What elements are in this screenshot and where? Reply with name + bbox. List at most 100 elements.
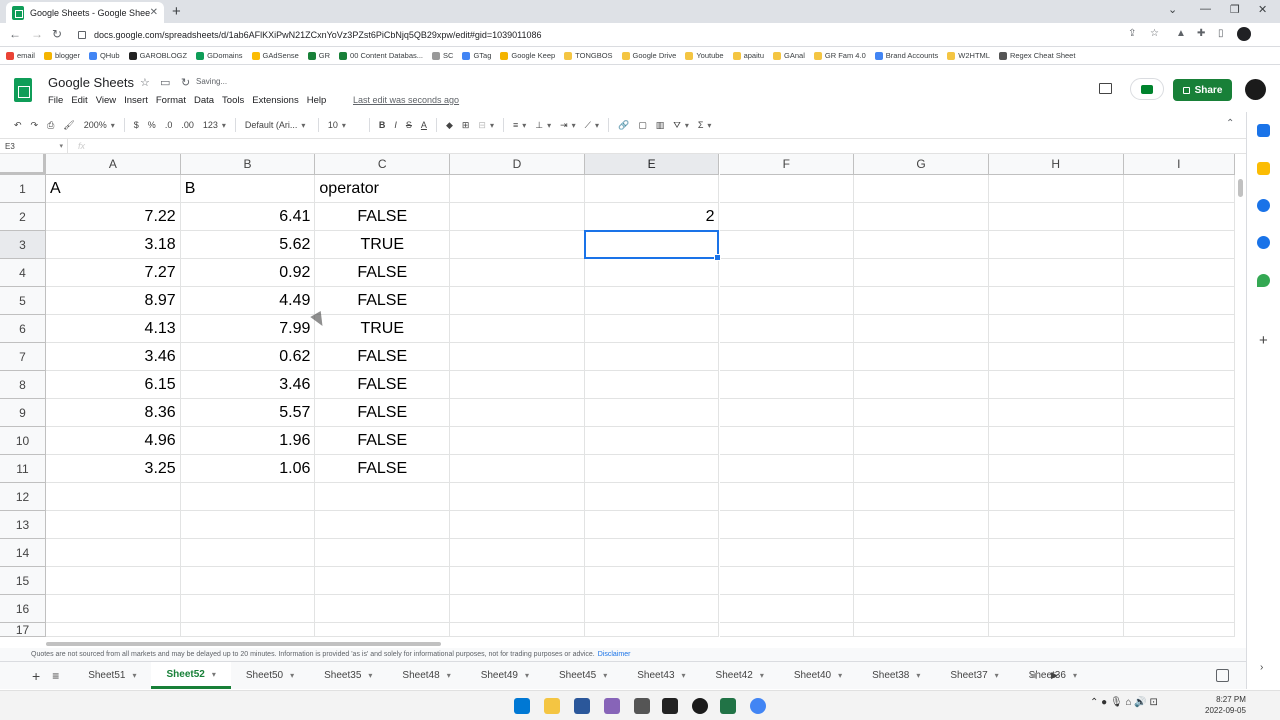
merge-cells-icon[interactable]: ⊟ — [478, 120, 494, 131]
redo-icon[interactable]: ↷ — [31, 120, 39, 131]
cell-g16[interactable] — [854, 595, 989, 623]
cell-a9[interactable]: 8.36 — [46, 399, 181, 427]
cell-i3[interactable] — [1123, 231, 1235, 259]
tasks-icon[interactable] — [1257, 199, 1270, 212]
decrease-decimal-button[interactable]: .0 — [165, 120, 173, 130]
cell-e1[interactable] — [584, 175, 720, 203]
sheet-tab-sheet52[interactable]: Sheet52 — [151, 662, 231, 689]
forward-icon[interactable]: → — [31, 27, 43, 41]
explore-icon[interactable] — [1216, 669, 1229, 682]
cell-h2[interactable] — [988, 203, 1124, 231]
cell-d2[interactable] — [450, 203, 585, 231]
back-icon[interactable]: ← — [9, 27, 21, 41]
cell-a12[interactable] — [46, 483, 181, 511]
cell-h15[interactable] — [988, 567, 1124, 595]
chevron-left-icon[interactable]: ◀ — [1030, 670, 1037, 681]
star-icon[interactable]: ☆ — [140, 76, 150, 89]
last-edit-link[interactable]: Last edit was seconds ago — [353, 95, 459, 105]
cell-f14[interactable] — [719, 539, 855, 567]
cell-f6[interactable] — [719, 315, 855, 343]
borders-icon[interactable]: ⊞ — [462, 120, 470, 131]
side-panel-icon[interactable]: ▯ — [1218, 28, 1224, 39]
cell-d12[interactable] — [450, 483, 585, 511]
chrome-icon[interactable] — [750, 698, 766, 714]
cell-a1[interactable]: A — [46, 175, 181, 203]
url-field[interactable]: docs.google.com/spreadsheets/d/1ab6AFlKX… — [78, 26, 1168, 44]
cell-f12[interactable] — [719, 483, 855, 511]
paint-format-icon[interactable]: 🖌 — [63, 120, 74, 131]
cell-d5[interactable] — [450, 287, 585, 315]
cell-g12[interactable] — [854, 483, 989, 511]
cell-f10[interactable] — [719, 427, 855, 455]
cell-h5[interactable] — [988, 287, 1124, 315]
add-sheet-icon[interactable]: + — [32, 668, 40, 684]
row-header-15[interactable]: 15 — [0, 567, 46, 595]
bookmark-item[interactable]: email — [6, 51, 35, 60]
bold-button[interactable]: B — [379, 120, 386, 130]
column-header-d[interactable]: D — [450, 154, 585, 175]
more-formats-select[interactable]: 123 — [203, 120, 226, 130]
row-header-11[interactable]: 11 — [0, 455, 46, 483]
bookmark-item[interactable]: TONGBOS — [564, 51, 613, 60]
share-page-icon[interactable]: ⇪ — [1128, 28, 1136, 39]
fill-color-icon[interactable]: ◆ — [446, 120, 453, 131]
cell-c17[interactable] — [315, 623, 451, 637]
cell-d8[interactable] — [450, 371, 585, 399]
cell-i17[interactable] — [1123, 623, 1235, 637]
cell-h8[interactable] — [988, 371, 1124, 399]
cell-f5[interactable] — [719, 287, 855, 315]
cell-e6[interactable] — [584, 315, 720, 343]
cell-g14[interactable] — [854, 539, 989, 567]
cell-d1[interactable] — [450, 175, 585, 203]
cell-c12[interactable] — [315, 483, 451, 511]
cell-i14[interactable] — [1123, 539, 1235, 567]
maps-icon[interactable] — [1257, 274, 1270, 287]
cell-g8[interactable] — [854, 371, 989, 399]
menu-view[interactable]: View — [96, 95, 116, 106]
italic-button[interactable]: I — [394, 120, 397, 130]
cell-e15[interactable] — [584, 567, 720, 595]
cell-h4[interactable] — [988, 259, 1124, 287]
insert-chart-icon[interactable]: ▥ — [656, 120, 665, 131]
cell-e12[interactable] — [584, 483, 720, 511]
cell-i6[interactable] — [1123, 315, 1235, 343]
cell-f4[interactable] — [719, 259, 855, 287]
cell-c11[interactable]: FALSE — [315, 455, 451, 483]
cell-i11[interactable] — [1123, 455, 1235, 483]
cell-e14[interactable] — [584, 539, 720, 567]
bookmark-item[interactable]: W2HTML — [947, 51, 990, 60]
cell-c8[interactable]: FALSE — [315, 371, 451, 399]
cell-b12[interactable] — [180, 483, 316, 511]
cell-i13[interactable] — [1123, 511, 1235, 539]
vertical-scrollbar[interactable] — [1235, 175, 1246, 645]
row-header-5[interactable]: 5 — [0, 287, 46, 315]
cell-e8[interactable] — [584, 371, 720, 399]
cell-h17[interactable] — [988, 623, 1124, 637]
row-header-13[interactable]: 13 — [0, 511, 46, 539]
cell-a14[interactable] — [46, 539, 181, 567]
cell-a11[interactable]: 3.25 — [46, 455, 181, 483]
row-header-14[interactable]: 14 — [0, 539, 46, 567]
cell-e7[interactable] — [584, 343, 720, 371]
name-box[interactable]: E3 ▾ — [0, 139, 68, 153]
sheet-tab-sheet48[interactable]: Sheet48 — [387, 662, 465, 689]
cell-d17[interactable] — [450, 623, 585, 637]
bookmark-star-icon[interactable]: ☆ — [1150, 28, 1159, 39]
cell-c4[interactable]: FALSE — [315, 259, 451, 287]
minimize-icon[interactable]: — — [1200, 3, 1211, 15]
cell-d13[interactable] — [450, 511, 585, 539]
column-header-i[interactable]: I — [1123, 154, 1235, 175]
puzzle-icon[interactable]: ✚ — [1197, 28, 1205, 39]
cell-g5[interactable] — [854, 287, 989, 315]
cell-g10[interactable] — [854, 427, 989, 455]
bookmark-item[interactable]: SC — [432, 51, 453, 60]
chevron-right-icon[interactable]: ▶ — [1051, 670, 1058, 681]
cell-f9[interactable] — [719, 399, 855, 427]
bookmark-item[interactable]: GR Fam 4.0 — [813, 51, 866, 60]
bookmark-item[interactable]: GAnal — [773, 51, 805, 60]
cell-h11[interactable] — [988, 455, 1124, 483]
cell-a15[interactable] — [46, 567, 181, 595]
excel-icon[interactable] — [720, 698, 736, 714]
cell-f11[interactable] — [719, 455, 855, 483]
cell-f7[interactable] — [719, 343, 855, 371]
